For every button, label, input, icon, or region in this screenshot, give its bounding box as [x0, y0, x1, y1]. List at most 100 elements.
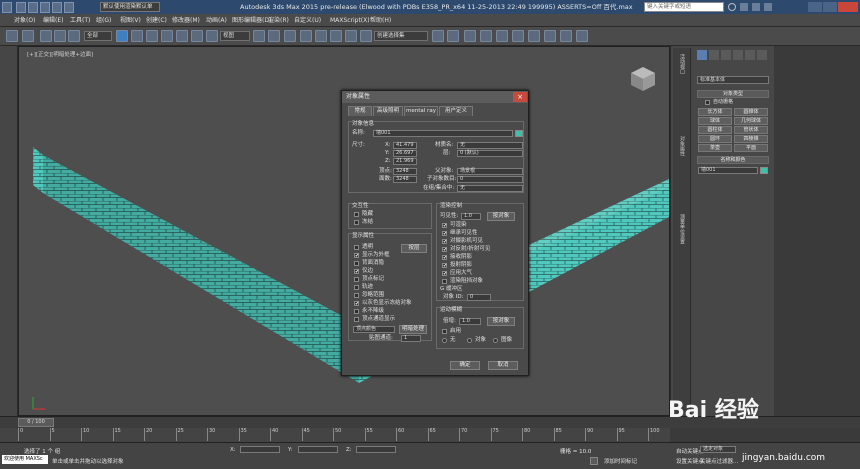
- viewcube-icon[interactable]: [631, 67, 655, 91]
- y-coordinate-field[interactable]: [298, 446, 338, 453]
- angle-snap-icon[interactable]: [315, 30, 327, 42]
- x-coordinate-field[interactable]: [240, 446, 280, 453]
- map-channel-spinner[interactable]: 1: [401, 335, 421, 342]
- display-checkbox-2[interactable]: [354, 261, 359, 266]
- percent-snap-icon[interactable]: [330, 30, 342, 42]
- time-slider-thumb[interactable]: 0 / 100: [18, 418, 54, 427]
- link-icon[interactable]: [40, 30, 52, 42]
- rotate-icon[interactable]: [191, 30, 203, 42]
- render-checkbox-3[interactable]: ✔: [442, 247, 447, 253]
- rectangle-selection-icon[interactable]: [146, 30, 158, 42]
- display-checkbox-1[interactable]: ✔: [354, 253, 359, 259]
- tube-button[interactable]: 管状体: [734, 126, 768, 134]
- tab-mental-ray[interactable]: mental ray: [404, 106, 438, 116]
- render-checkbox-0[interactable]: ✔: [442, 223, 447, 229]
- account-icon[interactable]: [740, 3, 748, 11]
- selection-filter-dropdown[interactable]: 全部: [84, 31, 112, 41]
- sphere-button[interactable]: 球体: [698, 117, 732, 125]
- z-coordinate-field[interactable]: [356, 446, 396, 453]
- render-checkbox-5[interactable]: ✔: [442, 263, 447, 269]
- undo-icon[interactable]: [52, 1, 62, 13]
- maximize-button[interactable]: [823, 2, 837, 12]
- create-tab-icon[interactable]: [697, 50, 707, 60]
- render-by-object-button[interactable]: 按对象: [487, 212, 515, 221]
- layer-manager-icon[interactable]: [464, 30, 476, 42]
- dialog-close-button[interactable]: ×: [513, 92, 527, 102]
- display-checkbox-5[interactable]: [354, 285, 359, 290]
- tab-general[interactable]: 常规: [348, 106, 372, 116]
- tab-user-defined[interactable]: 用户定义: [439, 106, 473, 116]
- display-checkbox-0[interactable]: [354, 245, 359, 250]
- menu-create[interactable]: 创建(C): [146, 14, 167, 27]
- render-setup-icon[interactable]: [544, 30, 556, 42]
- menu-tools[interactable]: 工具(T): [70, 14, 90, 27]
- key-filters-button[interactable]: 关键点过滤器...: [700, 457, 738, 465]
- new-icon[interactable]: [16, 1, 26, 13]
- window-crossing-icon[interactable]: [161, 30, 173, 42]
- display-tab-icon[interactable]: [745, 50, 755, 60]
- cylinder-button[interactable]: 圆柱体: [698, 126, 732, 134]
- keyboard-shortcut-icon[interactable]: [284, 30, 296, 42]
- blur-image-radio[interactable]: [493, 338, 498, 343]
- blur-object-radio[interactable]: [467, 338, 472, 343]
- object-name-field[interactable]: 墙001: [373, 130, 513, 137]
- render-checkbox-1[interactable]: ✔: [442, 231, 447, 237]
- units-setup-tab[interactable]: 测量单位设置: [678, 214, 686, 274]
- spinner-snap-icon[interactable]: [345, 30, 357, 42]
- curve-editor-icon[interactable]: [496, 30, 508, 42]
- multiplier-spinner[interactable]: 1.0: [459, 318, 481, 325]
- render-checkbox-2[interactable]: ✔: [442, 239, 447, 245]
- ok-button[interactable]: 确定: [450, 361, 480, 370]
- pivot-center-icon[interactable]: [253, 30, 265, 42]
- rendered-frame-icon[interactable]: [560, 30, 572, 42]
- torus-button[interactable]: 圆环: [698, 135, 732, 143]
- project-dropdown[interactable]: 默认使用渲染默认单: [100, 2, 160, 12]
- edit-named-selection-icon[interactable]: [360, 30, 372, 42]
- ribbon-icon[interactable]: [480, 30, 492, 42]
- redo-icon[interactable]: [22, 30, 34, 42]
- unlink-icon[interactable]: [54, 30, 66, 42]
- autogrid-checkbox[interactable]: [705, 100, 710, 105]
- lock-icon[interactable]: [590, 457, 598, 465]
- plane-button[interactable]: 平面: [734, 144, 768, 152]
- cone-button[interactable]: 圆锥体: [734, 108, 768, 116]
- mirror-icon[interactable]: [432, 30, 444, 42]
- motion-blur-enabled-checkbox[interactable]: [442, 329, 447, 334]
- menu-edit[interactable]: 编辑(E): [43, 14, 63, 27]
- tab-advanced-lighting[interactable]: 高级照明: [373, 106, 403, 116]
- render-checkbox-6[interactable]: ✔: [442, 271, 447, 277]
- menu-help[interactable]: 帮助(H): [370, 14, 391, 27]
- object-type-rollout[interactable]: 对象类型: [697, 90, 769, 98]
- render-checkbox-4[interactable]: ✔: [442, 255, 447, 261]
- utilities-tab-icon[interactable]: [757, 50, 767, 60]
- menu-customize[interactable]: 自定义(U): [294, 14, 321, 27]
- help-icon[interactable]: [764, 3, 772, 11]
- object-name-input[interactable]: 墙001: [698, 167, 758, 174]
- color-swatch[interactable]: [760, 167, 768, 174]
- motion-blur-by-object-button[interactable]: 按对象: [487, 317, 515, 326]
- hide-checkbox[interactable]: [354, 212, 359, 217]
- render-icon[interactable]: [576, 30, 588, 42]
- menu-graph-editors[interactable]: 图形编辑器(D): [232, 14, 271, 27]
- material-editor-icon[interactable]: [528, 30, 540, 42]
- open-icon[interactable]: [28, 1, 38, 13]
- star-icon[interactable]: [752, 3, 760, 11]
- display-checkbox-6[interactable]: [354, 293, 359, 298]
- active-viewport-tab[interactable]: 活动视口: [678, 54, 686, 94]
- bind-space-warp-icon[interactable]: [68, 30, 80, 42]
- display-checkbox-7[interactable]: ✔: [354, 301, 359, 307]
- object-color-swatch[interactable]: [515, 130, 523, 137]
- object-id-spinner[interactable]: 0: [467, 294, 491, 301]
- display-by-layer-button[interactable]: 按层: [401, 244, 427, 253]
- motion-tab-icon[interactable]: [733, 50, 743, 60]
- freeze-checkbox[interactable]: [354, 220, 359, 225]
- reference-coordinate-dropdown[interactable]: 视图: [220, 31, 250, 41]
- snap-toggle-icon[interactable]: [300, 30, 312, 42]
- menu-object[interactable]: 对象(O): [14, 14, 35, 27]
- scale-icon[interactable]: [206, 30, 218, 42]
- viewport-label[interactable]: [+][正交][明暗处理+边面]: [27, 50, 93, 58]
- binoculars-icon[interactable]: [728, 3, 736, 11]
- object-properties-tab[interactable]: 对象属性: [678, 136, 686, 176]
- select-object-icon[interactable]: [116, 30, 128, 42]
- close-button[interactable]: [838, 2, 858, 12]
